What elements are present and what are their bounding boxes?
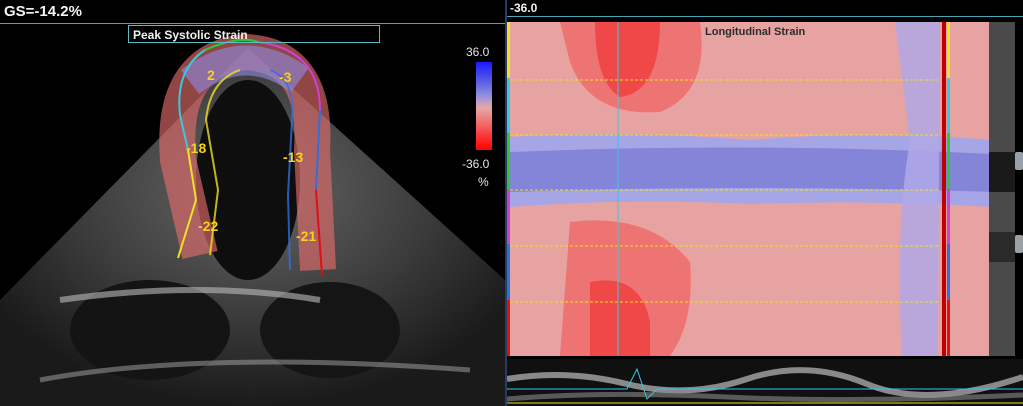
scroll-handle-lower[interactable] (1015, 235, 1023, 253)
view-label: Peak Systolic Strain (128, 25, 380, 43)
top-divider-line (0, 23, 505, 24)
segment-value-apical-septal: 2 (207, 67, 215, 83)
heatmap-graphic (510, 22, 994, 356)
echo-image (0, 33, 505, 406)
segment-value-basal-lateral: -21 (296, 228, 317, 244)
scroll-handle-upper[interactable] (1015, 152, 1023, 170)
segment-color-bar-right (947, 22, 950, 356)
ecg-strip (507, 359, 1023, 406)
strain-colorbar (476, 62, 492, 150)
scale-min-label: -36.0 (462, 157, 490, 171)
heatmap-title: Longitudinal Strain (705, 26, 806, 38)
right-top-bar: -36.0 (507, 0, 1023, 17)
segment-value-mid-septal: -18 (186, 140, 207, 156)
strain-map-panel: -36.0 Longitudinal Strain (507, 0, 1023, 406)
scale-unit-label: % (478, 175, 489, 189)
global-strain-value: GS=-14.2% (4, 3, 82, 20)
segment-value-basal-septal: -22 (198, 218, 219, 234)
scale-max-label: 36.0 (466, 45, 490, 59)
segment-value-apical-lateral: -3 (279, 69, 292, 85)
echo-view-panel: GS=-14.2% Peak Systolic Strain 36.0 -36.… (0, 0, 505, 406)
mmode-strip (989, 22, 1015, 356)
segment-value-mid-lateral: -13 (283, 149, 304, 165)
right-top-value: -36.0 (510, 1, 538, 15)
segment-color-bar (507, 22, 510, 356)
longitudinal-strain-heatmap: Longitudinal Strain (510, 22, 994, 356)
